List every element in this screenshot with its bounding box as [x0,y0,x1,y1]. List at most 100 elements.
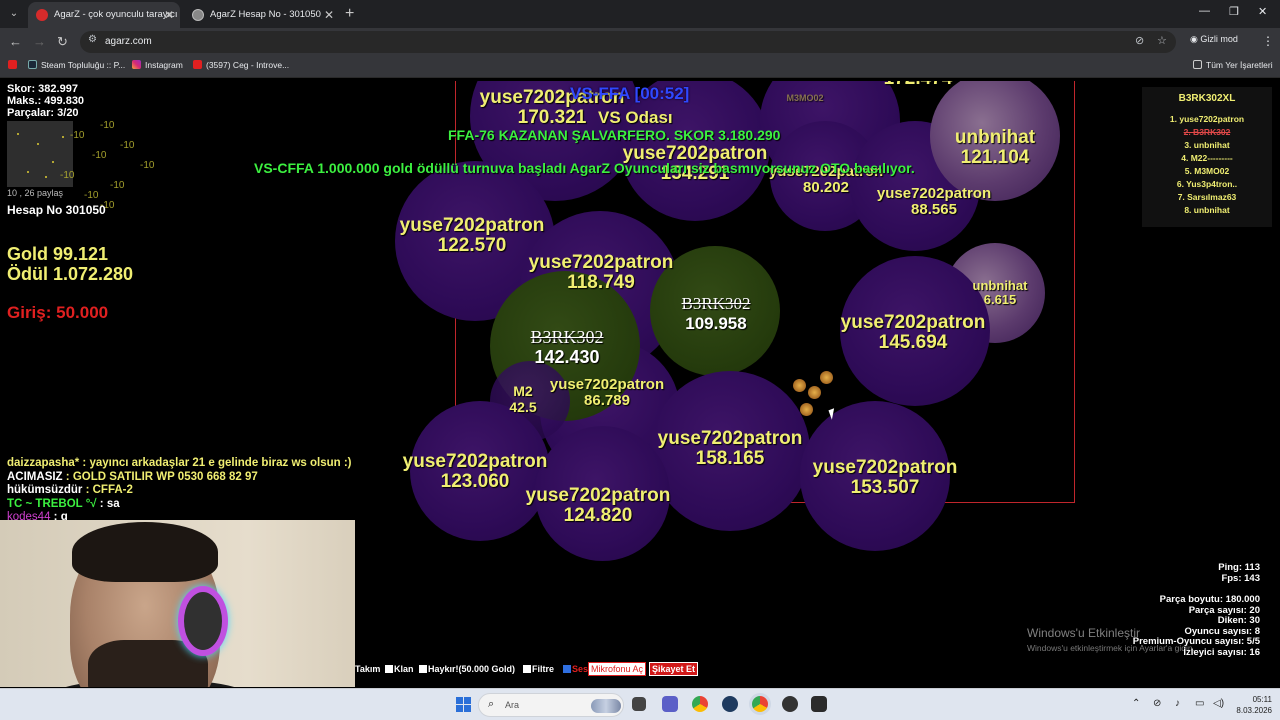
cell-label-b3rk302: B3RK302 109.958 [681,294,751,333]
chat-message: hükümsüzdür : CFFA-2 [7,484,133,496]
leaderboard: B3RK302XL 1. yuse7202patron 2. B3RK302 3… [1142,87,1272,227]
bookmark-label: Steam Topluluğu :: P... [41,60,126,70]
checkbox-icon[interactable] [523,665,531,673]
search-highlight-image [591,699,621,713]
eye-off-icon[interactable]: ⊘ [1135,34,1144,47]
clock-date: 8.03.2026 [1236,706,1272,715]
tab-agarz-game[interactable]: AgarZ - çok oyunculu tarayıcı o ✕ [28,2,180,28]
server-stats: Ping: 113 Fps: 143 Parça boyutu: 180.000… [1132,562,1260,658]
back-icon[interactable]: ← [9,33,22,51]
cell-label: yuse7202patron 158.165 [657,428,803,469]
filter-checkbox[interactable]: Filtre [523,664,554,674]
microphone-icon[interactable]: ♪ [1175,698,1180,709]
leaderboard-entry: 4. M22--------- [1181,153,1233,163]
clan-checkbox[interactable]: Klan [385,664,414,674]
bookmarks-bar: Steam Topluluğu :: P... Instagram (3597)… [0,56,1280,78]
close-window-icon[interactable]: ✕ [1258,5,1267,18]
cell-label: yuse7202patron 124.820 [525,485,671,526]
all-bookmarks[interactable]: Tüm Yer İşaretleri [1193,60,1273,70]
tournament-announcement: VS-CFFA 1.000.000 gold ödüllü turnuva ba… [254,160,915,176]
cell-label: unbnihat 6.615 [972,278,1028,307]
tab-label: AgarZ - çok oyunculu tarayıcı o [54,9,180,20]
game-canvas[interactable]: yuse7202patron 170.321 yuse7202patron 154.… [0,81,1280,687]
bookmark-youtube-icon[interactable] [8,60,21,70]
bookmark-instagram[interactable]: Instagram [132,60,183,70]
shout-checkbox[interactable]: Haykır!(50.000 Gold) [419,664,515,674]
piece-size-text: Parça boyutu: 180.000 [1159,594,1260,605]
leaderboard-entry: 8. unbnihat [1184,205,1230,215]
globe-icon [192,9,204,21]
cell-label: unbnihat 121.104 [954,127,1036,168]
max-score-text: Maks.: 499.830 [7,95,85,107]
app-icon[interactable] [811,696,827,712]
windows-taskbar: ⌕ Ara ⌃ ⊘ ♪ ▭ ◁) 05:11 8.03.2026 [0,688,1280,720]
reward-amount: Ödül 1.072.280 [7,264,134,284]
cell-label: yuse7202patron 88.565 [876,185,992,218]
leaderboard-entry: 6. Yus3p4tron.. [1176,179,1238,189]
url-text[interactable]: agarz.com [105,31,152,53]
chat-message: ACIMASIZ : GOLD SATILIR WP 0530 668 82 9… [7,470,258,483]
food-pellet [800,403,813,416]
chat-log: daizzapasha* : yayıncı arkadaşlar 21 e g… [7,457,352,525]
cell-label-b3rk302: B3RK302 142.430 [530,327,604,367]
system-clock[interactable]: 05:11 8.03.2026 [1230,694,1272,716]
headphones-icon [178,586,228,656]
checkbox-checked-icon[interactable] [563,665,571,673]
windows-activation-watermark: Windows'u Etkinleştir [1027,626,1140,640]
site-info-icon[interactable]: ⚙ [88,34,97,45]
browser-menu-icon[interactable]: ⋮ [1262,34,1274,48]
player-stats: Skor: 382.997 Maks.: 499.830 Parçalar: 3… [7,83,84,119]
cell-label: M2 42.5 [509,383,537,415]
team-toggle[interactable]: Takım [355,664,380,674]
minimize-icon[interactable]: — [1199,5,1210,17]
leaderboard-entry-self: 2. B3RK302 [1183,127,1231,137]
task-view-icon[interactable] [632,697,646,711]
sound-checkbox[interactable]: Ses [563,664,588,674]
volume-icon[interactable]: ◁) [1213,698,1224,709]
steam-icon[interactable] [722,696,738,712]
browser-tab-bar: ⌄ AgarZ - çok oyunculu tarayıcı o ✕ Agar… [0,0,1280,28]
premium-count-text: Premium-Oyuncu sayısı: 5/5 [1132,636,1260,647]
food-pellet [793,379,806,392]
room-name: VS Odası [598,108,673,127]
reload-icon[interactable]: ↻ [57,33,68,51]
bookmark-youtube-ceg[interactable]: (3597) Ceg - Introve... [193,60,289,70]
chrome-icon[interactable] [692,696,708,712]
match-timer: VS-FFA [00:52] [570,84,690,103]
close-tab-icon[interactable]: ✕ [324,2,334,28]
cell-label: yuse7202patron 145.694 [840,312,986,353]
spike-count-text: Diken: 30 [1217,615,1260,626]
teams-icon[interactable] [662,696,678,712]
obs-icon[interactable] [782,696,798,712]
star-icon[interactable]: ☆ [1157,34,1167,47]
leaderboard-entry: 3. unbnihat [1184,140,1230,150]
chat-message: TC ~ TREBOL °√ : sa [7,497,120,510]
close-tab-icon[interactable]: ✕ [164,2,174,28]
share-counter[interactable]: 10 , 26 paylaş [7,188,63,198]
chat-message: daizzapasha* : yayıncı arkadaşlar 21 e g… [7,457,352,469]
leaderboard-entry: 7. Sarsılmaz63 [1177,192,1237,202]
leaderboard-entry: 5. M3MO02 [1184,166,1230,176]
restore-icon[interactable]: ❐ [1229,5,1239,18]
tab-search-button[interactable]: ⌄ [4,4,24,24]
display-icon[interactable]: ▭ [1195,698,1204,709]
windows-start-icon[interactable] [456,697,471,712]
search-icon: ⌕ [488,698,495,710]
network-off-icon[interactable]: ⊘ [1153,698,1161,709]
tab-agarz-account[interactable]: AgarZ Hesap No - 301050 ✕ [184,2,340,28]
address-bar[interactable]: ⚙ agarz.com ⊘ ☆ [80,31,1176,53]
incognito-indicator[interactable]: ◉ Gizli mod [1190,34,1238,45]
microphone-button[interactable]: Mikrofonu Aç [588,662,647,676]
checkbox-icon[interactable] [419,665,427,673]
checkbox-icon[interactable] [385,665,393,673]
chrome-active-icon[interactable] [752,696,768,712]
new-tab-button[interactable]: + [345,4,354,24]
taskbar-search[interactable]: ⌕ Ara [478,693,624,717]
clock-time: 05:11 [1252,695,1272,704]
forward-icon[interactable]: → [33,33,46,51]
entry-fee: Giriş: 50.000 [7,303,109,322]
bookmark-steam[interactable]: Steam Topluluğu :: P... [28,60,125,70]
tray-chevron-icon[interactable]: ⌃ [1132,698,1140,709]
cell-label: yuse7202patron 118.749 [528,252,674,293]
report-button[interactable]: Şikayet Et [649,662,699,676]
